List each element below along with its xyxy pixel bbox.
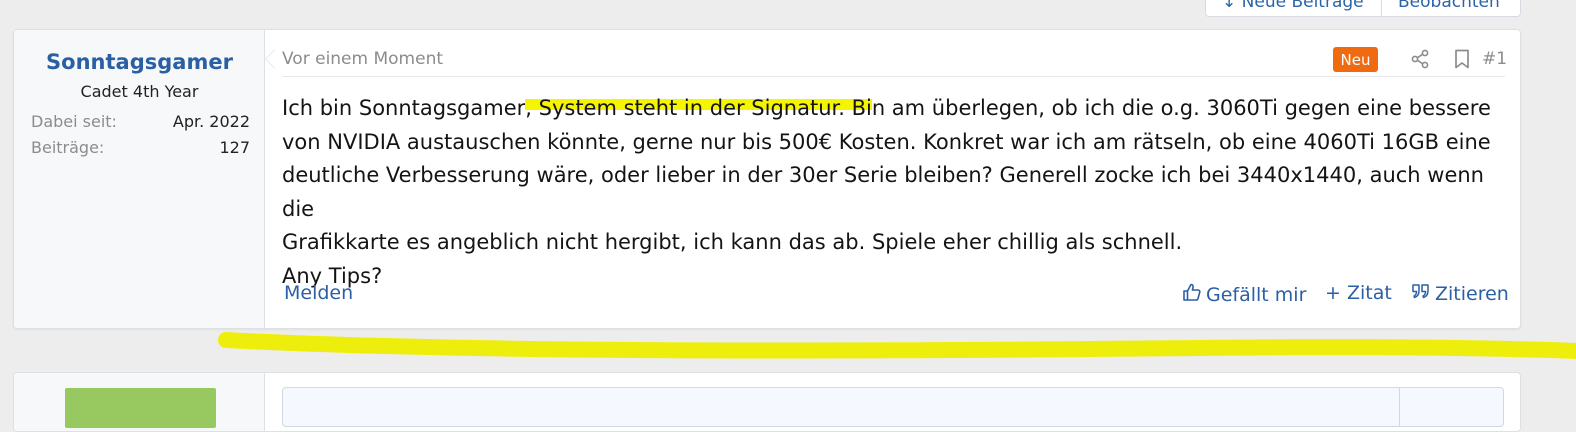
quote-plus-button[interactable]: + Zitat [1325,282,1392,304]
body-line: Ich bin Sonntagsgamer, System steht in d… [282,92,1505,126]
reply-editor[interactable] [282,387,1504,427]
thumbs-up-icon [1182,282,1202,307]
body-line: Any Tips? [282,263,383,288]
thread-action-buttons: ↓ Neue Beiträge Beobachten [1205,0,1521,17]
body-line: Grafikkarte es angeblich nicht hergibt, … [282,230,1183,255]
next-post [13,372,1521,432]
bookmark-icon[interactable] [1449,46,1475,72]
user-title: Cadet 4th Year [80,82,199,101]
user-avatar[interactable] [65,388,216,428]
post: Sonntagsgamer Cadet 4th Year Dabei seit:… [13,29,1521,329]
like-label: Gefällt mir [1206,283,1307,306]
post-timestamp[interactable]: Vor einem Moment [282,49,443,69]
stat-value[interactable]: 127 [219,138,250,157]
watch-button[interactable]: Beobachten [1382,0,1516,16]
username-link[interactable]: Sonntagsgamer [14,50,265,74]
report-link[interactable]: Melden [284,282,353,304]
body-text-segment: n am überlegen, ob ich die o.g. 3060Ti g… [871,96,1491,120]
report-label: Melden [284,282,354,304]
body-text-segment: Ich bin Sonntagsgamer [282,96,526,120]
share-icon[interactable] [1407,46,1433,72]
editor-divider [1399,387,1400,427]
new-posts-button[interactable]: ↓ Neue Beiträge [1206,0,1382,16]
stat-value: Apr. 2022 [172,112,250,131]
body-line: von NVIDIA austauschen könnte, gerne nur… [282,129,1491,154]
post-number[interactable]: #1 [1482,49,1507,69]
user-stat-joined: Dabei seit: Apr. 2022 [31,112,250,131]
stat-label: Beiträge: [31,138,105,157]
user-cell-arrow-inner [266,50,275,68]
like-button[interactable]: Gefällt mir [1182,282,1306,307]
post-main: Vor einem Moment Neu #1 Ich bin Sonntags… [282,30,1509,328]
body-line: deutliche Verbesserung wäre, oder lieber… [282,163,1484,221]
quote-icon [1411,282,1431,305]
stat-label: Dabei seit: [31,112,117,131]
highlighted-text: , System steht in der Signatur. Bi [525,96,872,120]
quote-button[interactable]: Zitieren [1411,282,1509,305]
user-stat-posts: Beiträge: 127 [31,138,250,157]
new-badge: Neu [1333,47,1378,72]
post-user-cell: Sonntagsgamer Cadet 4th Year Dabei seit:… [14,30,265,328]
post-header-divider [282,76,1505,77]
post-body: Ich bin Sonntagsgamer, System steht in d… [282,92,1505,294]
quote-plus-label: + Zitat [1325,282,1392,304]
quote-label: Zitieren [1435,282,1509,305]
